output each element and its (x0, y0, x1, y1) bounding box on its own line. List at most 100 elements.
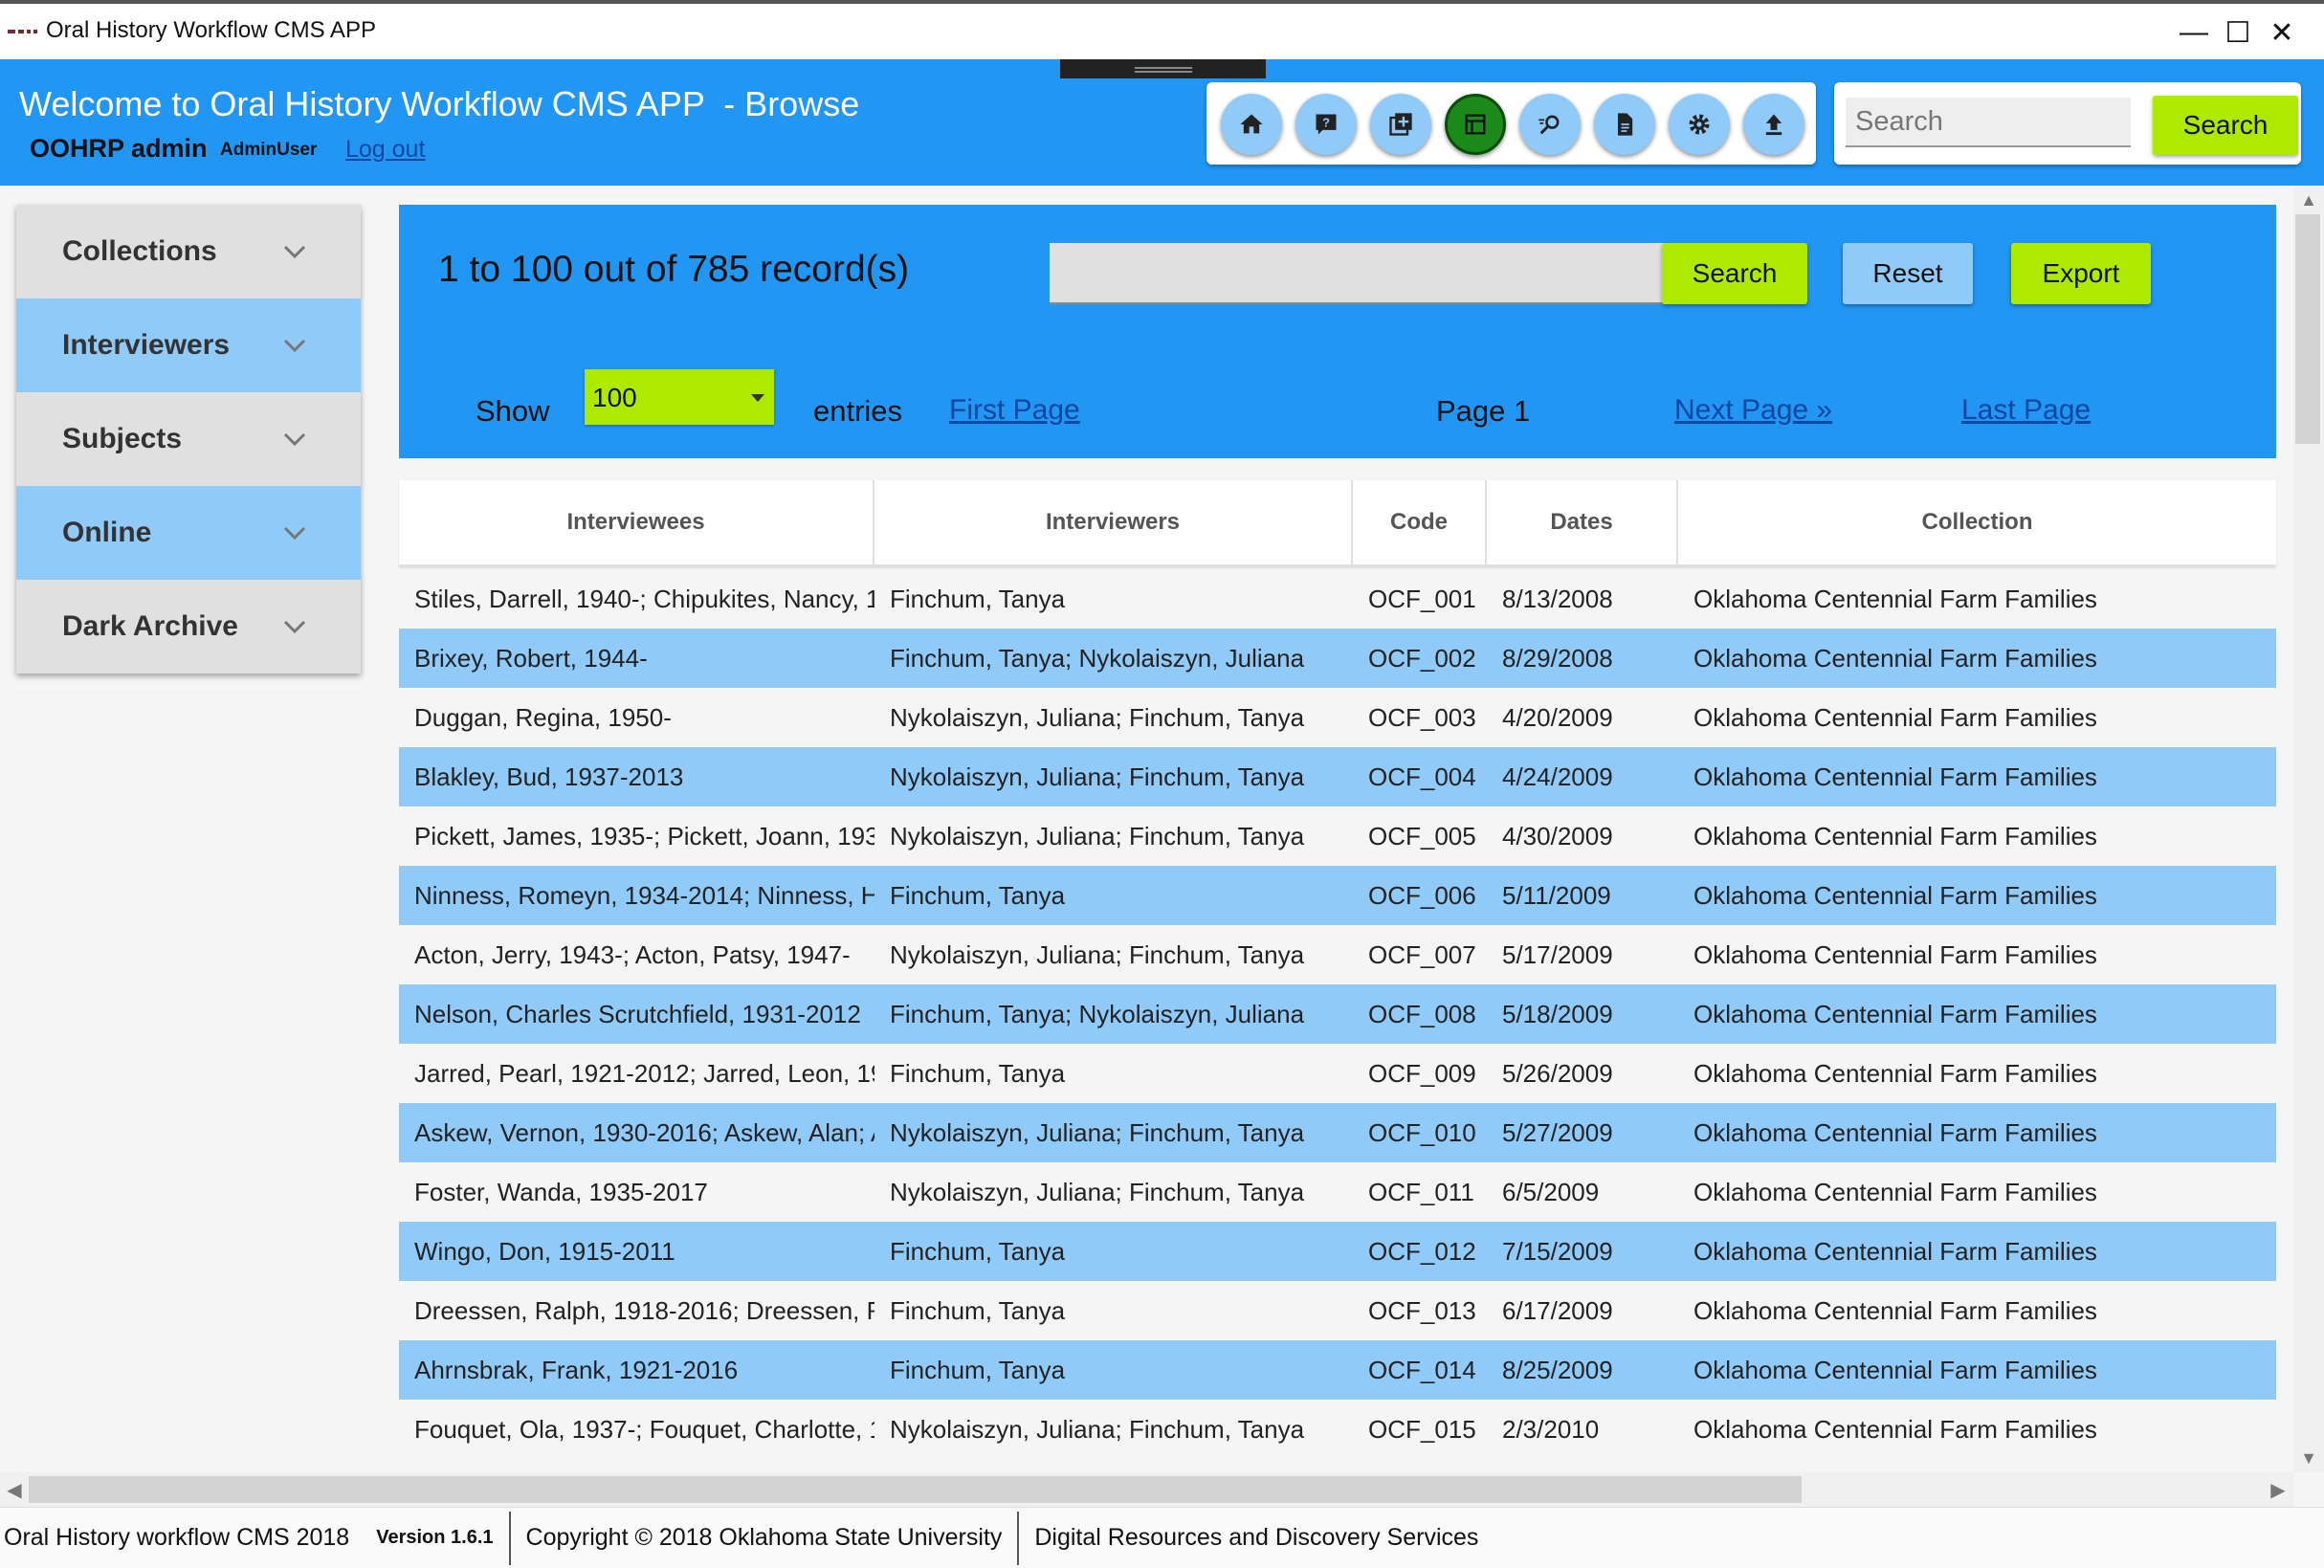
cell-interviewers: Finchum, Tanya (890, 1295, 1066, 1325)
chevron-down-icon (283, 620, 306, 634)
cell-interviewees: Foster, Wanda, 1935-2017 (414, 1177, 708, 1206)
column-header-interviewees[interactable]: Interviewees (399, 480, 874, 564)
cell-collection: Oklahoma Centennial Farm Families (1693, 1177, 2097, 1206)
cell-collection: Oklahoma Centennial Farm Families (1693, 1117, 2097, 1147)
scroll-right-icon[interactable]: ▶ (2264, 1472, 2292, 1507)
scroll-left-icon[interactable]: ◀ (0, 1472, 29, 1507)
cell-interviewers: Finchum, Tanya; Nykolaiszyn, Juliana (890, 643, 1305, 673)
cell-interviewers: Nykolaiszyn, Juliana; Finchum, Tanya (890, 702, 1305, 732)
cell-code: OCF_009 (1368, 1058, 1476, 1088)
window-title: Oral History Workflow CMS APP (46, 17, 376, 43)
document-button[interactable] (1594, 94, 1655, 155)
next-page-link[interactable]: Next Page » (1674, 394, 1832, 427)
chevron-down-icon (283, 432, 306, 447)
cell-date: 5/17/2009 (1502, 939, 1613, 969)
logout-link[interactable]: Log out (345, 136, 425, 164)
search-button[interactable]: Search (1662, 243, 1807, 304)
upload-button[interactable] (1743, 94, 1804, 155)
column-header-code[interactable]: Code (1353, 480, 1487, 564)
table-row[interactable]: Pickett, James, 1935-; Pickett, Joann, 1… (399, 806, 2276, 866)
table-row[interactable]: Duggan, Regina, 1950- Nykolaiszyn, Julian… (399, 688, 2276, 747)
cell-interviewees: Pickett, James, 1935-; Pickett, Joann, 1… (414, 821, 874, 850)
cell-date: 6/17/2009 (1502, 1295, 1613, 1325)
browse-button[interactable] (1445, 94, 1506, 155)
table-row[interactable]: Stiles, Darrell, 1940-; Chipukites, Nanc… (399, 569, 2276, 629)
table-row[interactable]: Foster, Wanda, 1935-2017 Nykolaiszyn, Jul… (399, 1162, 2276, 1222)
show-label: Show (476, 394, 550, 428)
cell-code: OCF_010 (1368, 1117, 1476, 1147)
cell-interviewers: Finchum, Tanya (890, 880, 1066, 910)
home-icon (1240, 114, 1263, 134)
cell-code: OCF_013 (1368, 1295, 1476, 1325)
cell-interviewers: Nykolaiszyn, Juliana; Finchum, Tanya (890, 1177, 1305, 1206)
column-header-dates[interactable]: Dates (1487, 480, 1678, 564)
entries-label: entries (813, 394, 903, 428)
settings-button[interactable] (1669, 94, 1730, 155)
cell-date: 4/20/2009 (1502, 702, 1613, 732)
add-record-button[interactable] (1370, 94, 1431, 155)
vertical-scrollbar[interactable]: ▲ ▼ (2293, 186, 2324, 1472)
entries-select[interactable]: 100 (585, 369, 774, 425)
cell-code: OCF_003 (1368, 702, 1476, 732)
cell-interviewees: Acton, Jerry, 1943-; Acton, Patsy, 1947- (414, 939, 851, 969)
sidebar-item-dark-archive[interactable]: Dark Archive (16, 580, 361, 674)
global-search-input[interactable] (1846, 98, 2131, 147)
cell-collection: Oklahoma Centennial Farm Families (1693, 702, 2097, 732)
column-header-collection[interactable]: Collection (1678, 480, 2276, 564)
table-row[interactable]: Dreessen, Ralph, 1918-2016; Dreessen, Ri… (399, 1281, 2276, 1340)
cell-code: OCF_004 (1368, 762, 1476, 791)
browse-panel: 1 to 100 out of 785 record(s) Search Res… (399, 205, 2276, 458)
table-row[interactable]: Askew, Vernon, 1930-2016; Askew, Alan; A… (399, 1103, 2276, 1162)
column-header-interviewers[interactable]: Interviewers (874, 480, 1353, 564)
scroll-down-icon[interactable]: ▼ (2293, 1444, 2324, 1472)
table-row[interactable]: Blakley, Bud, 1937-2013 Nykolaiszyn, Juli… (399, 747, 2276, 806)
drag-handle[interactable] (1060, 59, 1266, 78)
cell-collection: Oklahoma Centennial Farm Families (1693, 880, 2097, 910)
table-row[interactable]: Brixey, Robert, 1944- Finchum, Tanya; Nyk… (399, 629, 2276, 688)
close-window-button[interactable]: ✕ (2239, 10, 2324, 55)
cell-collection: Oklahoma Centennial Farm Families (1693, 584, 2097, 613)
export-button[interactable]: Export (2011, 243, 2151, 304)
filter-input[interactable] (1050, 243, 1665, 304)
table-row[interactable]: Ninness, Romeyn, 1934-2014; Ninness, He F… (399, 866, 2276, 925)
upload-icon (1765, 114, 1782, 136)
sidebar-item-online[interactable]: Online (16, 486, 361, 580)
app-icon (8, 27, 40, 36)
sidebar: Collections Interviewers Subjects Online… (16, 205, 361, 674)
records-table: Interviewees Interviewers Code Dates Col… (399, 480, 2276, 1459)
sidebar-item-subjects[interactable]: Subjects (16, 392, 361, 486)
advanced-search-button[interactable] (1519, 94, 1581, 155)
home-button[interactable] (1221, 94, 1282, 155)
cell-interviewers: Nykolaiszyn, Juliana; Finchum, Tanya (890, 762, 1305, 791)
cell-date: 5/18/2009 (1502, 999, 1613, 1028)
help-button[interactable]: ? (1295, 94, 1357, 155)
sidebar-item-interviewers[interactable]: Interviewers (16, 298, 361, 392)
cell-date: 8/29/2008 (1502, 643, 1613, 673)
cell-date: 7/15/2009 (1502, 1236, 1613, 1266)
scroll-up-icon[interactable]: ▲ (2293, 186, 2324, 214)
table-row[interactable]: Fouquet, Ola, 1937-; Fouquet, Charlotte,… (399, 1400, 2276, 1459)
table-row[interactable]: Acton, Jerry, 1943-; Acton, Patsy, 1947-… (399, 925, 2276, 984)
sidebar-item-collections[interactable]: Collections (16, 205, 361, 298)
record-count: 1 to 100 out of 785 record(s) (438, 249, 910, 290)
cell-code: OCF_006 (1368, 880, 1476, 910)
browse-icon (1465, 114, 1486, 135)
horizontal-scroll-thumb[interactable] (29, 1476, 1802, 1503)
cell-collection: Oklahoma Centennial Farm Families (1693, 999, 2097, 1028)
global-search-button[interactable]: Search (2153, 96, 2298, 155)
table-row[interactable]: Wingo, Don, 1915-2011 Finchum, Tanya OCF_0… (399, 1222, 2276, 1281)
cell-collection: Oklahoma Centennial Farm Families (1693, 1058, 2097, 1088)
table-row[interactable]: Nelson, Charles Scrutchfield, 1931-2012 F… (399, 984, 2276, 1044)
horizontal-scrollbar[interactable]: ◀ ▶ (0, 1472, 2293, 1507)
last-page-link[interactable]: Last Page (1961, 394, 2091, 427)
reset-button[interactable]: Reset (1843, 243, 1973, 304)
cell-interviewers: Nykolaiszyn, Juliana; Finchum, Tanya (890, 1414, 1305, 1444)
table-row[interactable]: Ahrnsbrak, Frank, 1921-2016 Finchum, Tany… (399, 1340, 2276, 1400)
user-name: OOHRP admin (30, 134, 208, 163)
first-page-link[interactable]: First Page (949, 394, 1080, 427)
cell-code: OCF_008 (1368, 999, 1476, 1028)
cell-code: OCF_001 (1368, 584, 1476, 613)
table-row[interactable]: Jarred, Pearl, 1921-2012; Jarred, Leon, … (399, 1044, 2276, 1103)
vertical-scroll-thumb[interactable] (2295, 214, 2320, 444)
cell-code: OCF_002 (1368, 643, 1476, 673)
